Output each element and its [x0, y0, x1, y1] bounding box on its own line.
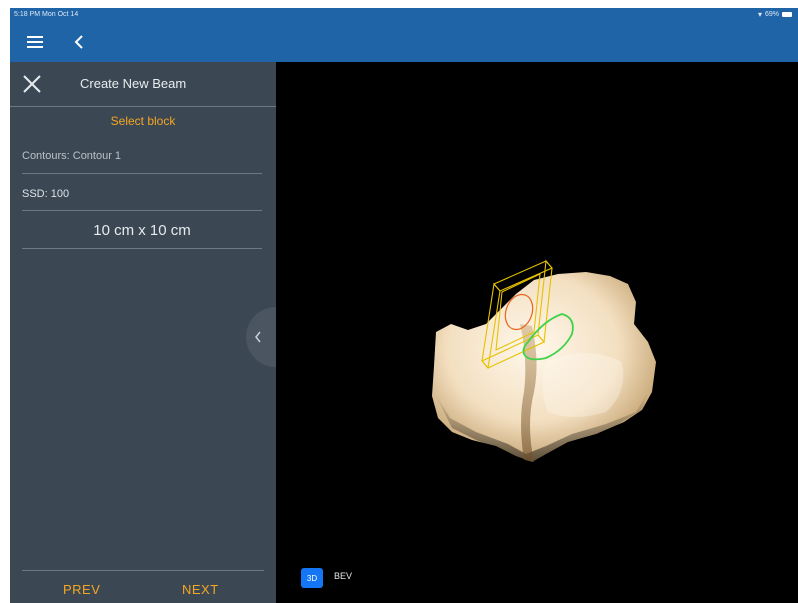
top-bar: 5:18 PM Mon Oct 14 ▾ 69%	[10, 8, 798, 62]
status-time-date: 5:18 PM Mon Oct 14	[14, 11, 78, 18]
chevron-left-icon	[255, 331, 261, 343]
3d-mode-button[interactable]: 3D	[301, 568, 323, 588]
menu-button[interactable]	[22, 29, 48, 55]
panel-title: Create New Beam	[80, 76, 187, 91]
status-indicators: ▾ 69%	[758, 10, 792, 19]
close-icon	[23, 75, 41, 93]
bev-mode-button[interactable]: BEV	[334, 571, 352, 581]
3d-model-view[interactable]	[276, 62, 798, 603]
body-surface-mesh	[432, 272, 656, 464]
app-window: 5:18 PM Mon Oct 14 ▾ 69% Create New Beam…	[10, 8, 798, 603]
next-button[interactable]: NEXT	[182, 582, 219, 597]
close-button[interactable]	[20, 72, 44, 96]
battery-percent: 69%	[764, 11, 779, 18]
prev-button[interactable]: PREV	[63, 582, 100, 597]
collapse-panel-button[interactable]	[246, 307, 280, 367]
panel-header: Create New Beam	[10, 62, 276, 107]
chevron-left-icon	[74, 35, 83, 49]
field-size-field[interactable]: 10 cm x 10 cm	[22, 217, 262, 249]
back-button[interactable]	[66, 29, 92, 55]
ssd-field[interactable]: SSD: 100	[22, 180, 262, 211]
hamburger-icon	[27, 36, 43, 48]
battery-icon	[782, 12, 792, 17]
3d-viewport[interactable]: 3D BEV	[276, 62, 798, 603]
footer-divider	[22, 570, 264, 571]
contours-field[interactable]: Contours: Contour 1	[22, 142, 262, 174]
wifi-icon: ▾	[757, 10, 762, 19]
status-time: 5:18 PM	[14, 11, 41, 18]
select-block-link[interactable]: Select block	[10, 114, 276, 128]
status-date: Mon Oct 14	[42, 11, 79, 18]
create-beam-panel: Create New Beam Select block Contours: C…	[10, 62, 280, 603]
